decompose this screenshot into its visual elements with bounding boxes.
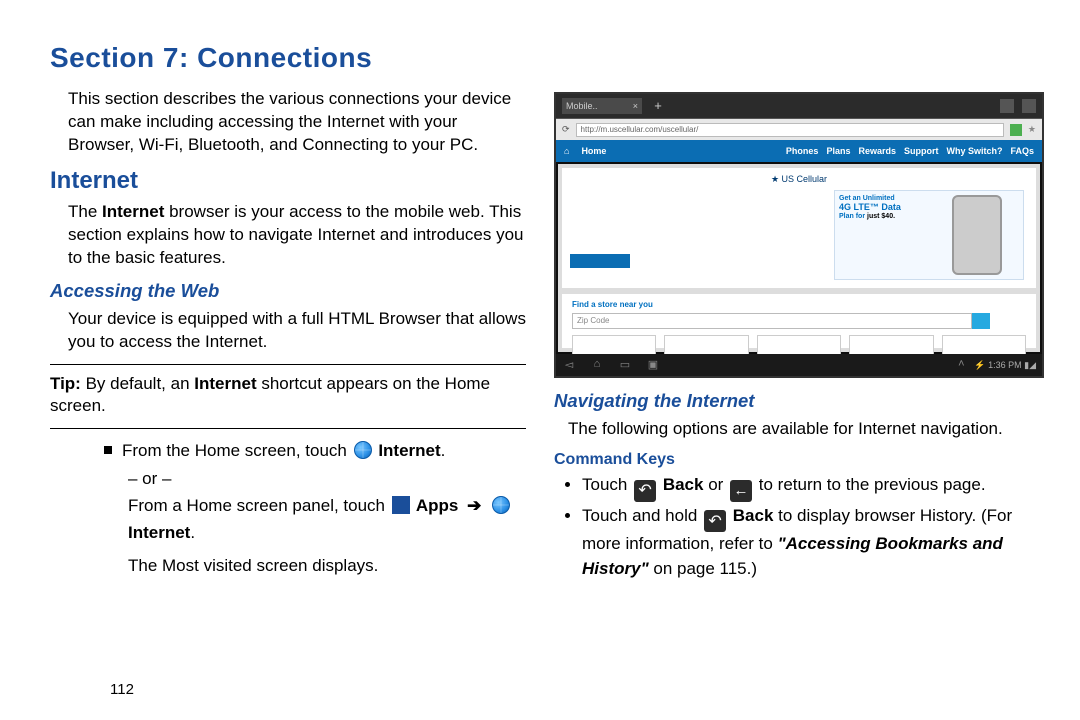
nav-item: FAQs [1010, 146, 1034, 156]
heading-accessing-web: Accessing the Web [50, 280, 526, 302]
step-list: From the Home screen, touch Internet. [104, 437, 526, 464]
carrier-logo: ★ US Cellular [572, 174, 1026, 185]
nav-body: The following options are available for … [568, 418, 1030, 441]
step-alt: From a Home screen panel, touch Apps ➔ I… [128, 492, 526, 546]
back-uturn-icon [634, 480, 656, 502]
star-icon: ★ [1028, 124, 1036, 135]
step-1: From the Home screen, touch Internet. [104, 437, 526, 464]
status-time: ⚡ 1:36 PM ▮◢ [974, 360, 1036, 371]
phone-image [952, 195, 1002, 275]
close-icon: × [633, 101, 638, 111]
or-text: – or – [128, 465, 526, 492]
back-uturn-icon [704, 510, 726, 532]
bookmark-icon [1022, 99, 1036, 113]
apps-grid-icon [392, 496, 410, 514]
nav-item: Why Switch? [946, 146, 1002, 156]
browser-tab: Mobile..× [562, 98, 642, 114]
intro-text: This section describes the various conne… [68, 88, 526, 157]
promo-text: Get an Unlimited 4G LTE™ Data Plan for j… [835, 191, 930, 279]
nav-item: Phones [786, 146, 819, 156]
right-column: Mobile..× + ⟳ http://m.uscellular.com/us… [554, 88, 1030, 584]
recent-icon: ▭ [618, 358, 632, 372]
caret-up-icon: ˄ [954, 358, 968, 372]
new-tab-icon: + [650, 98, 666, 114]
nav-item: Plans [826, 146, 850, 156]
home-icon: ⌂ [590, 358, 604, 372]
left-column: This section describes the various conne… [50, 88, 526, 584]
hero-panel: ★ US Cellular Get an Unlimited 4G LTE™ D… [562, 168, 1036, 288]
globe-icon [354, 441, 372, 459]
section-title: Section 7: Connections [50, 42, 1030, 74]
url-field: http://m.uscellular.com/uscellular/ [576, 123, 1004, 137]
arrow-right-icon: ➔ [467, 496, 481, 515]
promo-tab [570, 254, 630, 268]
nav-item: Support [904, 146, 939, 156]
back-icon: ◅ [562, 358, 576, 372]
globe-icon [492, 496, 510, 514]
divider [50, 428, 526, 429]
bullet-back: Touch Back or to return to the previous … [582, 473, 1030, 502]
store-finder: Find a store near you Zip Code [562, 294, 1036, 348]
command-key-list: Touch Back or to return to the previous … [568, 473, 1030, 582]
browser-screenshot: Mobile..× + ⟳ http://m.uscellular.com/us… [554, 92, 1044, 378]
go-button [972, 313, 990, 329]
capture-icon: ▣ [646, 358, 660, 372]
back-arrow-icon [730, 480, 752, 502]
secure-icon [1010, 124, 1022, 136]
square-bullet-icon [104, 446, 112, 454]
heading-navigating: Navigating the Internet [554, 390, 1030, 412]
page-number: 112 [110, 681, 134, 698]
home-icon: ⌂ [564, 146, 569, 156]
store-label: Find a store near you [572, 300, 1026, 309]
heading-command-keys: Command Keys [554, 451, 1030, 469]
zip-input: Zip Code [572, 313, 972, 329]
nav-home: Home [581, 146, 606, 156]
internet-body: The Internet browser is your access to t… [68, 201, 526, 270]
divider [50, 364, 526, 365]
screenshot-sitenav: ⌂ Home Phones Plans Rewards Support Why S… [556, 140, 1042, 162]
screenshot-systembar: ◅ ⌂ ▭ ▣ ˄ ⚡ 1:36 PM ▮◢ [556, 354, 1042, 376]
screenshot-urlbar: ⟳ http://m.uscellular.com/uscellular/ ★ [556, 118, 1042, 140]
accessing-body: Your device is equipped with a full HTML… [68, 308, 526, 354]
screenshot-tabbar: Mobile..× + [556, 94, 1042, 118]
tip-text: Tip: By default, an Internet shortcut ap… [50, 373, 526, 419]
bullet-back-hold: Touch and hold Back to display browser H… [582, 504, 1030, 582]
nav-item: Rewards [858, 146, 896, 156]
window-icon [1000, 99, 1014, 113]
most-visited-text: The Most visited screen displays. [128, 552, 526, 579]
heading-internet: Internet [50, 167, 526, 195]
screenshot-body: ★ US Cellular Get an Unlimited 4G LTE™ D… [558, 164, 1040, 352]
reload-icon: ⟳ [562, 124, 570, 135]
promo-box: Get an Unlimited 4G LTE™ Data Plan for j… [834, 190, 1024, 280]
